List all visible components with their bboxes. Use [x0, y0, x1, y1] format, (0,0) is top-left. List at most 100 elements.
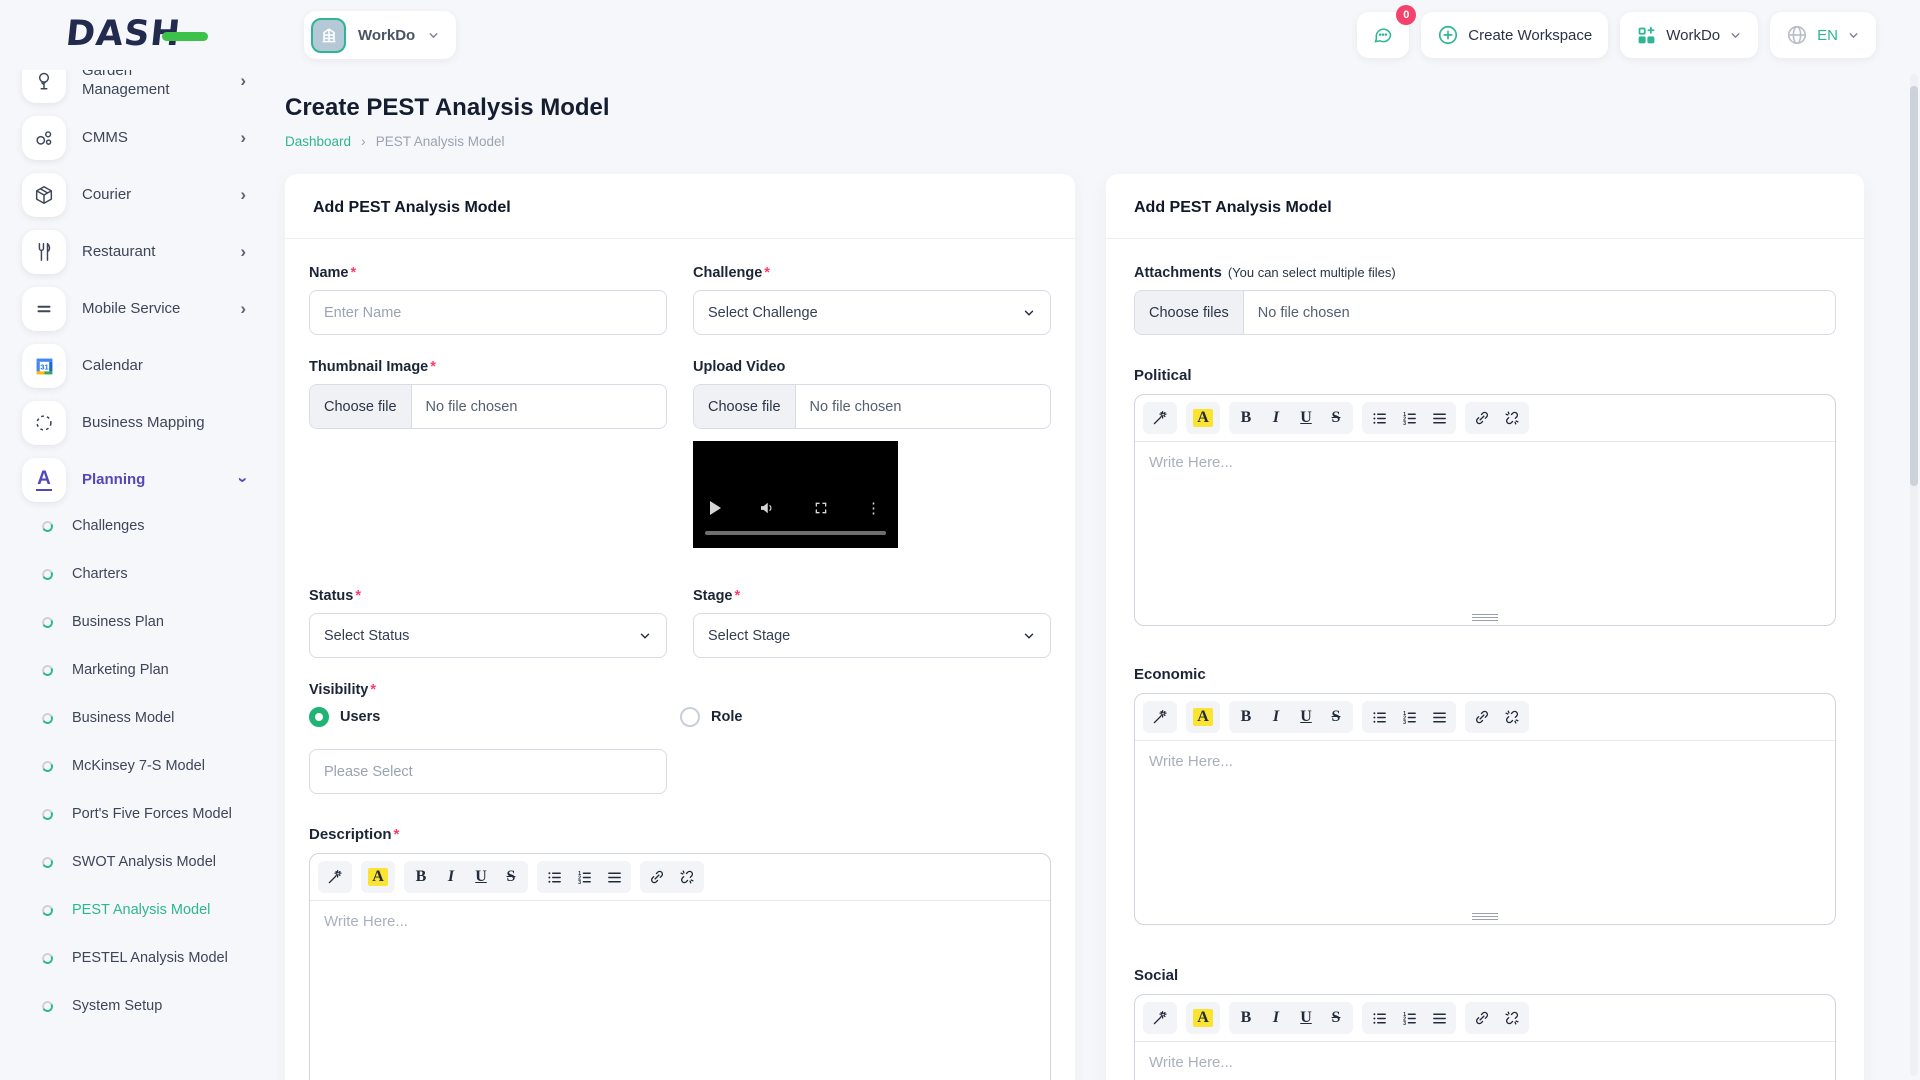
strikethrough-icon[interactable]: S: [496, 863, 526, 891]
video-progress-bar[interactable]: [705, 531, 886, 535]
italic-icon[interactable]: I: [436, 863, 466, 891]
magic-wand-icon[interactable]: [1145, 703, 1175, 731]
magic-wand-icon[interactable]: [320, 863, 350, 891]
editor-content[interactable]: Write Here...: [1135, 442, 1835, 610]
highlight-icon[interactable]: A: [1188, 1004, 1218, 1032]
sidebar-item-pestel-analysis-model[interactable]: PESTEL Analysis Model: [22, 946, 270, 970]
menu-icon[interactable]: ⋮: [866, 501, 881, 516]
sidebar-item-business-plan[interactable]: Business Plan: [22, 610, 270, 634]
radio-unselected-icon[interactable]: [680, 707, 700, 727]
underline-icon[interactable]: U: [1291, 1004, 1321, 1032]
unlink-icon[interactable]: [672, 863, 702, 891]
sidebar-item-mobile-service[interactable]: Mobile Service ›: [22, 286, 270, 332]
magic-wand-icon[interactable]: [1145, 404, 1175, 432]
apps-menu-button[interactable]: WorkDo: [1620, 12, 1759, 58]
unordered-list-icon[interactable]: [1364, 1004, 1394, 1032]
radio-selected-icon[interactable]: [309, 707, 329, 727]
unordered-list-icon[interactable]: [539, 863, 569, 891]
strikethrough-icon[interactable]: S: [1321, 703, 1351, 731]
attachments-file-input[interactable]: Choose files No file chosen: [1134, 290, 1836, 335]
unordered-list-icon[interactable]: [1364, 404, 1394, 432]
sidebar-item-charters[interactable]: Charters: [22, 562, 270, 586]
sidebar-item-restaurant[interactable]: Restaurant ›: [22, 229, 270, 275]
editor-resize-handle[interactable]: [1135, 610, 1835, 625]
choose-file-button[interactable]: Choose file: [694, 385, 796, 428]
scrollbar-thumb[interactable]: [1910, 86, 1918, 486]
create-workspace-button[interactable]: Create Workspace: [1421, 12, 1609, 58]
ordered-list-icon[interactable]: 1 2 3: [1394, 404, 1424, 432]
sidebar-item-cmms[interactable]: CMMS ›: [22, 115, 270, 161]
messages-button[interactable]: 0: [1357, 5, 1417, 58]
sidebar-item-business-mapping[interactable]: Business Mapping: [22, 400, 270, 446]
breadcrumb-dashboard-link[interactable]: Dashboard: [285, 134, 351, 149]
unlink-icon[interactable]: [1497, 404, 1527, 432]
visibility-users-select[interactable]: [309, 749, 667, 794]
video-player[interactable]: ⋮: [693, 441, 898, 548]
name-input[interactable]: [309, 290, 667, 335]
italic-icon[interactable]: I: [1261, 1004, 1291, 1032]
underline-icon[interactable]: U: [1291, 703, 1321, 731]
sidebar-item-port-s-five-forces-model[interactable]: Port's Five Forces Model: [22, 802, 270, 826]
sidebar-item-challenges[interactable]: Challenges: [22, 514, 270, 538]
play-icon[interactable]: [710, 501, 721, 515]
volume-icon[interactable]: [758, 499, 776, 517]
stage-select[interactable]: Select Stage: [693, 613, 1051, 658]
editor-resize-handle[interactable]: [1135, 909, 1835, 924]
sidebar-item-calendar[interactable]: 31 Calendar: [22, 343, 270, 389]
link-icon[interactable]: [1467, 1004, 1497, 1032]
underline-icon[interactable]: U: [466, 863, 496, 891]
bold-icon[interactable]: B: [1231, 1004, 1261, 1032]
underline-icon[interactable]: U: [1291, 404, 1321, 432]
sidebar-item-planning[interactable]: A Planning ›: [22, 457, 270, 503]
editor-content[interactable]: Write Here...: [1135, 1042, 1835, 1080]
bold-icon[interactable]: B: [1231, 404, 1261, 432]
sidebar-item-mckinsey-7-s-model[interactable]: McKinsey 7-S Model: [22, 754, 270, 778]
challenge-select[interactable]: Select Challenge: [693, 290, 1051, 335]
link-icon[interactable]: [1467, 404, 1497, 432]
magic-wand-icon[interactable]: [1145, 1004, 1175, 1032]
editor-content[interactable]: Write Here...: [310, 901, 1050, 1080]
sidebar-item-courier[interactable]: Courier ›: [22, 172, 270, 218]
choose-files-button[interactable]: Choose files: [1135, 291, 1244, 334]
strikethrough-icon[interactable]: S: [1321, 1004, 1351, 1032]
highlight-icon[interactable]: A: [1188, 703, 1218, 731]
sidebar-item-marketing-plan[interactable]: Marketing Plan: [22, 658, 270, 682]
workspace-switcher[interactable]: WorkDo: [304, 11, 457, 59]
italic-icon[interactable]: I: [1261, 703, 1291, 731]
align-icon[interactable]: [1424, 703, 1454, 731]
unlink-icon[interactable]: [1497, 1004, 1527, 1032]
italic-icon[interactable]: I: [1261, 404, 1291, 432]
sidebar-item-pest-analysis-model[interactable]: PEST Analysis Model: [22, 898, 270, 922]
video-file-input[interactable]: Choose file No file chosen: [693, 384, 1051, 429]
sidebar-item-business-model[interactable]: Business Model: [22, 706, 270, 730]
ordered-list-icon[interactable]: 1 2 3: [569, 863, 599, 891]
visibility-users-option[interactable]: Users: [309, 707, 680, 727]
link-icon[interactable]: [1467, 703, 1497, 731]
unlink-icon[interactable]: [1497, 703, 1527, 731]
language-selector[interactable]: EN: [1770, 12, 1876, 58]
page-scrollbar[interactable]: [1910, 74, 1918, 1076]
highlight-icon[interactable]: A: [363, 863, 393, 891]
bold-icon[interactable]: B: [1231, 703, 1261, 731]
align-icon[interactable]: [1424, 404, 1454, 432]
sidebar-item-system-setup[interactable]: System Setup: [22, 994, 270, 1018]
link-icon[interactable]: [642, 863, 672, 891]
dash-logo[interactable]: DASH: [64, 14, 208, 56]
thumbnail-file-input[interactable]: Choose file No file chosen: [309, 384, 667, 429]
editor-content[interactable]: Write Here...: [1135, 741, 1835, 909]
visibility-role-option[interactable]: Role: [680, 707, 1051, 727]
align-icon[interactable]: [599, 863, 629, 891]
sidebar-item-swot-analysis-model[interactable]: SWOT Analysis Model: [22, 850, 270, 874]
ordered-list-icon[interactable]: 1 2 3: [1394, 1004, 1424, 1032]
package-icon: [22, 173, 66, 217]
highlight-icon[interactable]: A: [1188, 404, 1218, 432]
status-select[interactable]: Select Status: [309, 613, 667, 658]
choose-file-button[interactable]: Choose file: [310, 385, 412, 428]
sidebar-item-garden-management[interactable]: Garden Management ›: [22, 70, 270, 104]
align-icon[interactable]: [1424, 1004, 1454, 1032]
strikethrough-icon[interactable]: S: [1321, 404, 1351, 432]
fullscreen-icon[interactable]: [813, 500, 829, 516]
ordered-list-icon[interactable]: 1 2 3: [1394, 703, 1424, 731]
bold-icon[interactable]: B: [406, 863, 436, 891]
unordered-list-icon[interactable]: [1364, 703, 1394, 731]
